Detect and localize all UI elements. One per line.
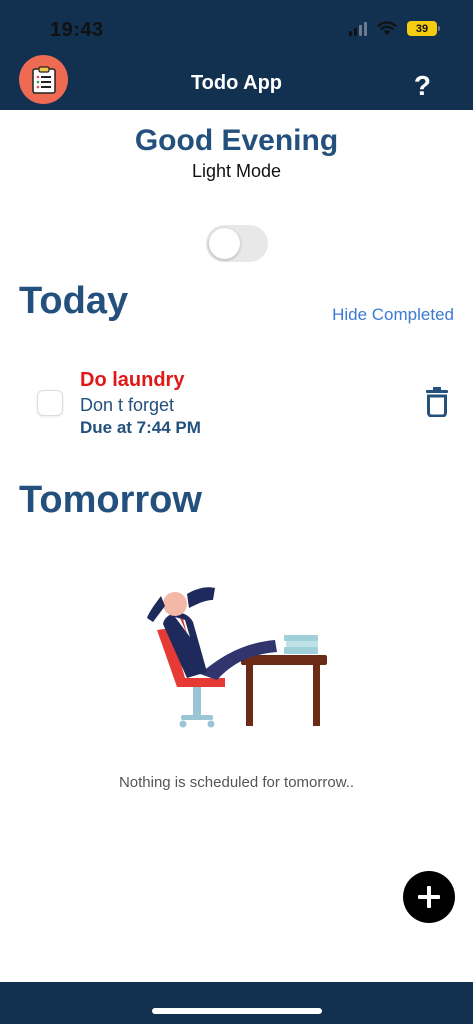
status-time: 19:43 (50, 19, 104, 41)
hide-completed-link[interactable]: Hide Completed (332, 305, 454, 325)
theme-mode-label: Light Mode (191, 161, 282, 181)
task-item: Do laundry Don t forget Due at 7:44 PM (0, 365, 473, 445)
task-title: Do laundry (80, 369, 185, 391)
relaxing-person-illustration (147, 587, 327, 728)
today-heading: Today (19, 280, 129, 322)
app-header: 19:43 39 Todo App ? (0, 0, 473, 110)
wifi-icon (377, 21, 397, 35)
plus-icon (418, 886, 440, 908)
task-description: Don t forget (80, 395, 175, 415)
status-icons: 39 (349, 21, 440, 36)
tomorrow-heading: Tomorrow (19, 479, 202, 521)
add-task-button[interactable] (403, 871, 455, 923)
home-indicator[interactable] (152, 1008, 322, 1014)
task-due-time: Due at 7:44 PM (80, 418, 201, 437)
help-button[interactable]: ? (414, 70, 431, 102)
trash-icon[interactable] (425, 387, 449, 417)
app-title: Todo App (190, 72, 283, 94)
cellular-signal-icon (349, 21, 367, 36)
battery-level: 39 (415, 22, 429, 35)
battery-icon: 39 (407, 21, 440, 36)
bottom-bar (0, 982, 473, 1024)
empty-state-message: Nothing is scheduled for tomorrow.. (118, 774, 355, 791)
theme-toggle[interactable] (206, 225, 268, 262)
toggle-knob (209, 228, 240, 259)
task-checkbox[interactable] (37, 390, 63, 416)
greeting-title: Good Evening (134, 124, 339, 157)
